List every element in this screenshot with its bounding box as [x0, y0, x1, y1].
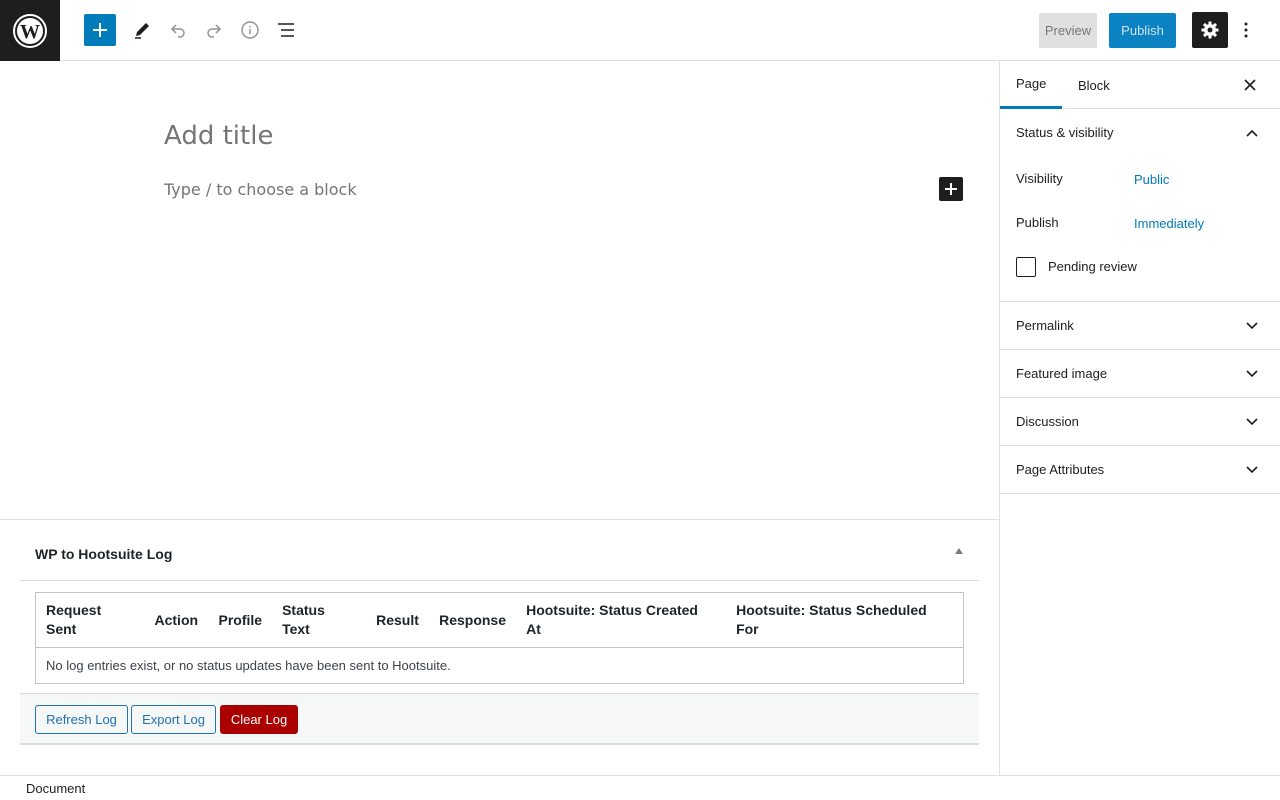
panel-title[interactable]: Discussion [1016, 414, 1079, 429]
default-block-appender[interactable]: Type / to choose a block [164, 180, 357, 199]
publish-label: Publish [1016, 215, 1059, 230]
svg-text:W: W [20, 21, 40, 43]
redo-icon [207, 24, 222, 38]
plus-icon [945, 183, 957, 195]
undo-icon [170, 24, 185, 38]
redo-button[interactable] [198, 14, 230, 46]
settings-sidebar: Page Block Status & visibility Visibilit… [999, 61, 1280, 775]
metabox-area: WP to Hootsuite Log Request Sent Action … [0, 519, 999, 775]
editor-header: W Preview Publish [0, 0, 1280, 61]
column-header: Status Text [272, 592, 367, 648]
table-row: No log entries exist, or no status updat… [36, 648, 964, 684]
undo-button[interactable] [162, 14, 194, 46]
panel-title[interactable]: Permalink [1016, 318, 1074, 333]
info-icon [241, 21, 259, 39]
gear-icon [1201, 21, 1219, 39]
chevron-down-icon[interactable] [1244, 416, 1260, 428]
post-title-input[interactable]: Add title [164, 121, 273, 151]
log-table: Request Sent Action Profile Status Text … [35, 592, 964, 684]
column-header: Result [366, 592, 430, 648]
column-header: Profile [208, 592, 273, 648]
chevron-up-icon[interactable] [1244, 127, 1260, 139]
collapse-arrow-icon[interactable] [955, 548, 963, 554]
edit-tool-button[interactable] [126, 14, 158, 46]
tab-page[interactable]: Page [1000, 61, 1062, 109]
hootsuite-log-metabox: WP to Hootsuite Log Request Sent Action … [20, 520, 979, 746]
inline-add-block-button[interactable] [939, 177, 963, 201]
panel-featured-image[interactable]: Featured image [1000, 350, 1280, 398]
vertical-ellipsis-icon [1244, 22, 1248, 38]
metabox-title: WP to Hootsuite Log [35, 546, 173, 562]
metabox-actions: Refresh Log Export Log Clear Log [20, 693, 979, 745]
panel-title[interactable]: Status & visibility [1016, 125, 1114, 140]
panel-status-visibility: Status & visibility Visibility Public Pu… [1000, 109, 1280, 302]
more-options-button[interactable] [1236, 14, 1256, 46]
clear-log-button[interactable]: Clear Log [220, 705, 298, 734]
add-block-button[interactable] [84, 14, 116, 46]
list-view-button[interactable] [270, 14, 302, 46]
settings-button[interactable] [1192, 12, 1228, 48]
column-header: Hootsuite: Status Created At [516, 592, 727, 648]
preview-button[interactable]: Preview [1039, 13, 1097, 48]
close-icon [1244, 79, 1256, 91]
tab-block[interactable]: Block [1062, 61, 1126, 109]
column-header: Request Sent [35, 592, 145, 648]
wordpress-logo-icon[interactable]: W [0, 0, 60, 61]
empty-log-message: No log entries exist, or no status updat… [46, 658, 451, 673]
table-header-row: Request Sent Action Profile Status Text … [35, 592, 964, 648]
breadcrumb[interactable]: Document [26, 781, 85, 796]
metabox-header[interactable]: WP to Hootsuite Log [20, 520, 979, 581]
column-header: Hootsuite: Status Scheduled For [726, 592, 964, 648]
details-button[interactable] [234, 14, 266, 46]
plus-icon [93, 23, 107, 37]
panel-page-attributes[interactable]: Page Attributes [1000, 446, 1280, 494]
pending-review-checkbox[interactable] [1016, 257, 1036, 277]
visibility-toggle[interactable]: Public [1134, 172, 1169, 187]
publish-button[interactable]: Publish [1109, 13, 1176, 48]
export-log-button[interactable]: Export Log [131, 705, 216, 734]
chevron-down-icon[interactable] [1244, 464, 1260, 476]
column-header: Response [429, 592, 517, 648]
refresh-log-button[interactable]: Refresh Log [35, 705, 128, 734]
panel-title[interactable]: Featured image [1016, 366, 1107, 381]
chevron-down-icon[interactable] [1244, 320, 1260, 332]
panel-title[interactable]: Page Attributes [1016, 462, 1104, 477]
column-header: Action [144, 592, 209, 648]
close-sidebar-button[interactable] [1240, 75, 1260, 95]
list-view-icon [278, 23, 294, 37]
panel-permalink[interactable]: Permalink [1000, 302, 1280, 350]
sidebar-tabs: Page Block [1000, 61, 1280, 109]
pending-review-label[interactable]: Pending review [1048, 259, 1137, 274]
chevron-down-icon[interactable] [1244, 368, 1260, 380]
pencil-icon [135, 23, 149, 39]
panel-discussion[interactable]: Discussion [1000, 398, 1280, 446]
publish-date-toggle[interactable]: Immediately [1134, 216, 1204, 231]
visibility-label: Visibility [1016, 171, 1063, 186]
editor-footer: Document [0, 775, 1280, 800]
